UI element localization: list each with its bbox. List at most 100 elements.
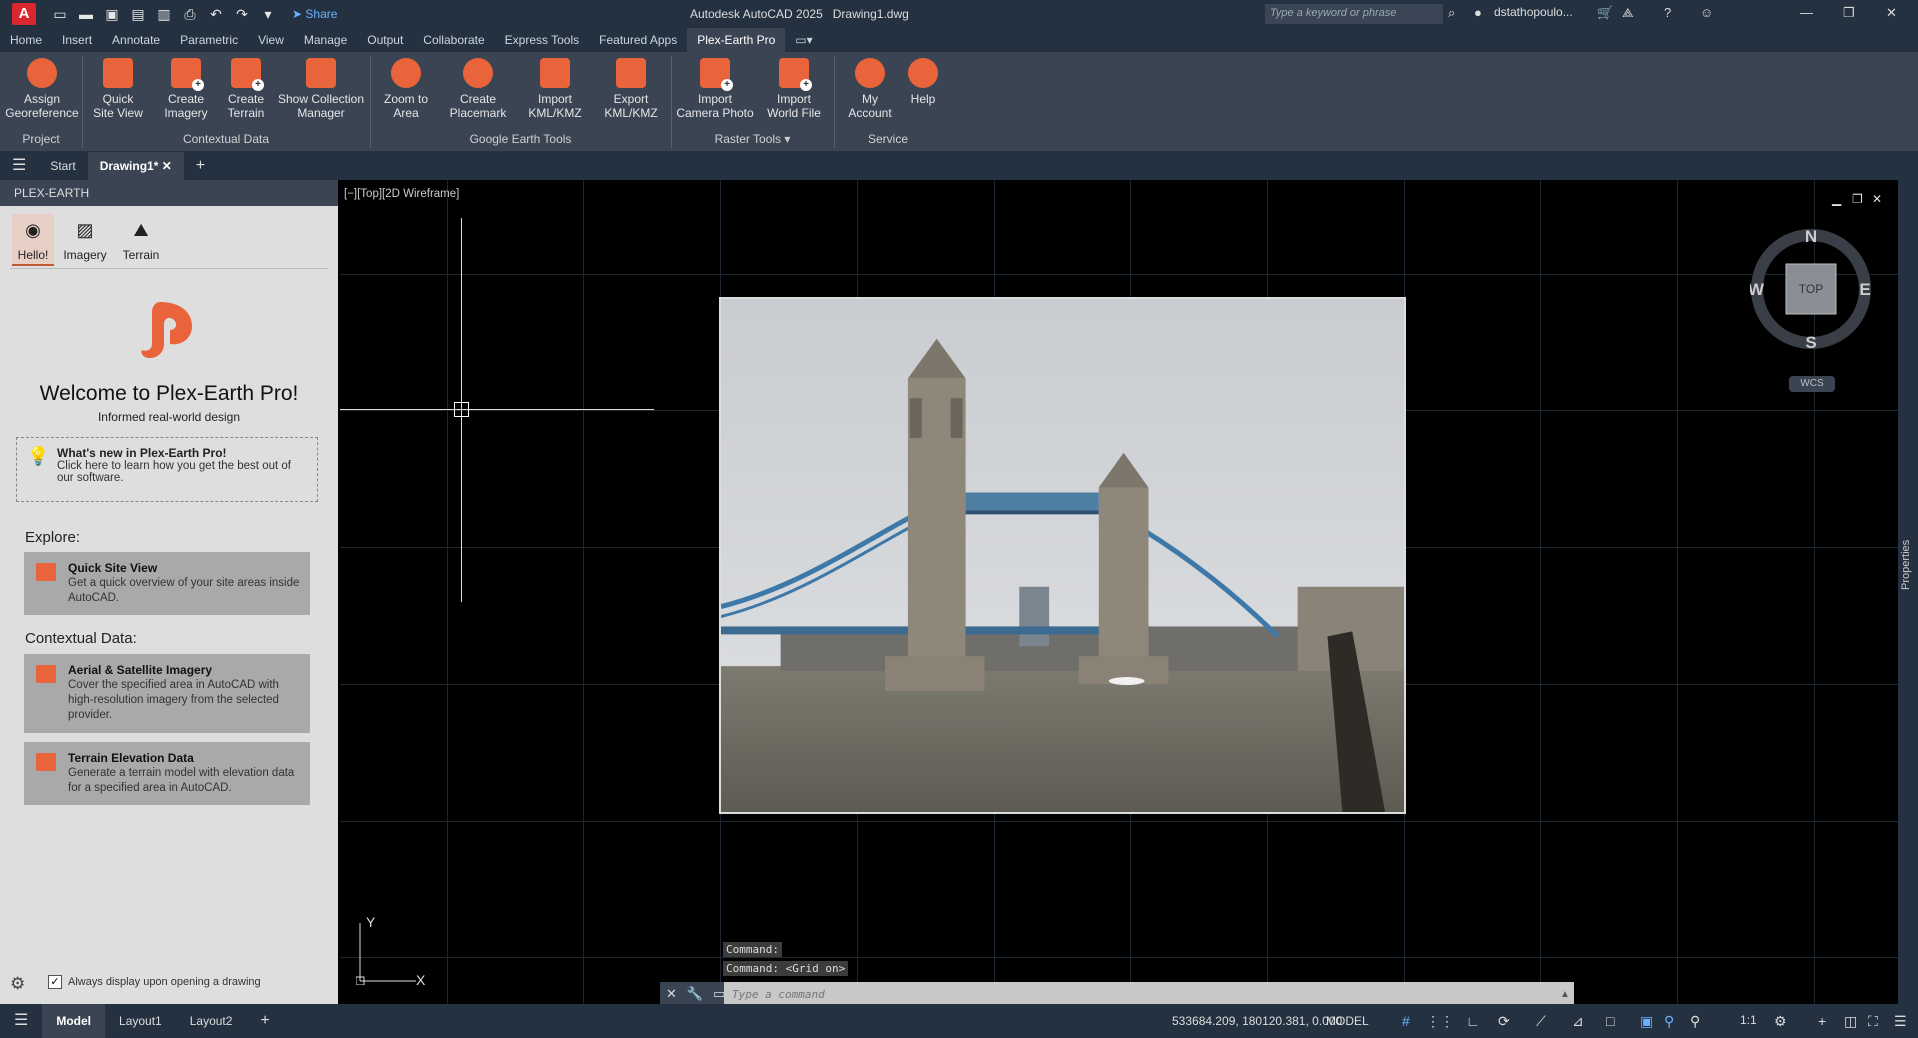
close-tab-icon[interactable]: ✕ bbox=[162, 159, 172, 173]
tab-start[interactable]: Start bbox=[38, 152, 87, 180]
terrain-elevation-card[interactable]: Terrain Elevation Data Generate a terrain… bbox=[24, 742, 310, 805]
search-icon[interactable]: ⌕ bbox=[1448, 5, 1455, 21]
annotation-scale[interactable]: 1:1 bbox=[1740, 1013, 1757, 1027]
aerial-imagery-card[interactable]: Aerial & Satellite Imagery Cover the spec… bbox=[24, 654, 310, 733]
tab-imagery[interactable]: ▨ Imagery bbox=[60, 218, 110, 262]
save-icon[interactable]: ▣ bbox=[104, 6, 120, 22]
annotation-visibility-icon[interactable]: ⚲ bbox=[1664, 1013, 1674, 1030]
osnap-icon[interactable]: ⊿ bbox=[1572, 1013, 1584, 1030]
viewport-restore-icon[interactable]: ❐ bbox=[1852, 192, 1863, 206]
search-input[interactable]: Type a keyword or phrase bbox=[1265, 4, 1443, 24]
properties-label[interactable]: Properties bbox=[1900, 540, 1912, 590]
tab-drawing1[interactable]: Drawing1* ✕ bbox=[87, 152, 184, 180]
customize-command-icon[interactable]: 🔧 bbox=[687, 986, 703, 1002]
selection-cycling-icon[interactable]: ▣ bbox=[1640, 1013, 1653, 1030]
plot-icon[interactable]: ⎙ bbox=[182, 6, 198, 22]
settings-gear-icon[interactable]: ⚙ bbox=[10, 974, 25, 994]
whats-new-card[interactable]: 💡 What's new in Plex-Earth Pro! Click he… bbox=[16, 437, 318, 502]
tab-annotate[interactable]: Annotate bbox=[102, 28, 170, 52]
open-icon[interactable]: ▬ bbox=[78, 6, 94, 22]
my-account-button[interactable]: My Account bbox=[840, 58, 900, 120]
tab-collaborate[interactable]: Collaborate bbox=[413, 28, 494, 52]
ortho-icon[interactable]: ∟ bbox=[1466, 1013, 1480, 1029]
import-world-file-button[interactable]: + Import World File bbox=[760, 58, 828, 120]
add-icon[interactable]: + bbox=[1818, 1013, 1826, 1029]
tab-terrain[interactable]: ⛰ Terrain bbox=[118, 218, 164, 262]
create-placemark-button[interactable]: Create Placemark bbox=[446, 58, 510, 120]
new-tab-icon[interactable]: + bbox=[184, 152, 217, 180]
publish-icon[interactable]: ▥ bbox=[156, 6, 172, 22]
quick-site-view-icon bbox=[103, 58, 133, 88]
tower-bridge-photo[interactable] bbox=[719, 297, 1406, 814]
help-button[interactable]: Help bbox=[904, 58, 942, 106]
layout-menu-icon[interactable]: ☰ bbox=[0, 1004, 42, 1038]
tab-hello[interactable]: ◉ Hello! bbox=[12, 214, 54, 266]
tab-view[interactable]: View bbox=[248, 28, 294, 52]
tab-layout1[interactable]: Layout1 bbox=[105, 1004, 176, 1038]
model-space-button[interactable]: MODEL bbox=[1326, 1014, 1369, 1028]
properties-palette-strip[interactable] bbox=[1898, 180, 1918, 1004]
snap-mode-icon[interactable]: ⋮⋮ bbox=[1426, 1013, 1454, 1030]
viewcube-compass[interactable]: TOP N S E W bbox=[1750, 228, 1872, 350]
export-kml-icon bbox=[616, 58, 646, 88]
ribbon-options-icon[interactable]: ▭▾ bbox=[785, 28, 822, 52]
customize-dropdown-icon[interactable]: ▾ bbox=[260, 6, 276, 22]
workspace-gear-icon[interactable]: ⚙ bbox=[1774, 1013, 1787, 1030]
zoom-to-area-button[interactable]: Zoom to Area bbox=[376, 58, 436, 120]
tab-output[interactable]: Output bbox=[357, 28, 413, 52]
cart-icon[interactable]: 🛒 bbox=[1597, 5, 1613, 21]
always-display-checkbox[interactable]: ✓ bbox=[48, 975, 62, 989]
save-as-icon[interactable]: ▤ bbox=[130, 6, 146, 22]
viewport-close-icon[interactable]: ✕ bbox=[1872, 192, 1882, 206]
tab-parametric[interactable]: Parametric bbox=[170, 28, 248, 52]
new-layout-icon[interactable]: + bbox=[246, 1004, 283, 1038]
isolate-objects-icon[interactable]: ◫ bbox=[1844, 1013, 1857, 1030]
tab-manage[interactable]: Manage bbox=[294, 28, 357, 52]
isodraft-icon[interactable]: ⟋ bbox=[1536, 1013, 1546, 1030]
autocad-logo-icon[interactable]: A bbox=[12, 3, 36, 25]
tab-plex-earth-pro[interactable]: Plex-Earth Pro bbox=[687, 28, 786, 52]
command-history-up-icon[interactable]: ▲ bbox=[1560, 989, 1574, 1000]
object-snap-icon[interactable]: □ bbox=[1606, 1013, 1614, 1029]
viewport-minimize-icon[interactable]: ▁ bbox=[1832, 192, 1841, 206]
share-button[interactable]: ➤ Share bbox=[292, 7, 337, 21]
tab-featured-apps[interactable]: Featured Apps bbox=[589, 28, 687, 52]
create-imagery-button[interactable]: + Create Imagery bbox=[156, 58, 216, 120]
fullscreen-icon[interactable]: ⛶ bbox=[1868, 1013, 1878, 1030]
minimize-icon[interactable]: — bbox=[1800, 5, 1813, 20]
close-command-icon[interactable]: ✕ bbox=[666, 986, 677, 1002]
customize-status-icon[interactable]: ☰ bbox=[1894, 1013, 1907, 1030]
grid-display-icon[interactable]: # bbox=[1402, 1013, 1410, 1029]
viewport-controls-label[interactable]: [−][Top][2D Wireframe] bbox=[344, 188, 459, 200]
import-camera-photo-button[interactable]: + Import Camera Photo bbox=[674, 58, 756, 120]
create-terrain-button[interactable]: + Create Terrain bbox=[216, 58, 276, 120]
close-icon[interactable]: ✕ bbox=[1886, 5, 1897, 21]
undo-icon[interactable]: ↶ bbox=[208, 6, 224, 22]
export-kml-button[interactable]: Export KML/KMZ bbox=[598, 58, 664, 120]
import-kml-button[interactable]: Import KML/KMZ bbox=[522, 58, 588, 120]
user-icon[interactable]: ● bbox=[1474, 5, 1482, 20]
coordinates-readout[interactable]: 533684.209, 180120.381, 0.000 bbox=[1172, 1014, 1342, 1028]
hamburger-menu-icon[interactable]: ☰ bbox=[0, 152, 38, 180]
user-name[interactable]: dstathopoulo... bbox=[1494, 5, 1573, 19]
quick-site-view-card[interactable]: Quick Site View Get a quick overview of y… bbox=[24, 552, 310, 615]
tab-model[interactable]: Model bbox=[42, 1004, 106, 1038]
new-icon[interactable]: ▭ bbox=[52, 6, 68, 22]
command-input[interactable] bbox=[724, 982, 1560, 1006]
tab-home[interactable]: Home bbox=[0, 28, 52, 52]
help-icon[interactable]: ? bbox=[1664, 5, 1671, 20]
quick-site-view-button[interactable]: Quick Site View bbox=[88, 58, 148, 120]
wcs-menu[interactable]: WCS bbox=[1789, 376, 1835, 392]
maximize-icon[interactable]: ❐ bbox=[1843, 5, 1855, 21]
tab-express-tools[interactable]: Express Tools bbox=[495, 28, 589, 52]
auto-scale-icon[interactable]: ⚲ bbox=[1690, 1013, 1700, 1030]
tab-layout2[interactable]: Layout2 bbox=[176, 1004, 247, 1038]
autodesk-icon[interactable]: ⟁ bbox=[1622, 5, 1634, 21]
redo-icon[interactable]: ↷ bbox=[234, 6, 250, 22]
assign-georeference-button[interactable]: Assign Georeference bbox=[4, 58, 80, 120]
tab-insert[interactable]: Insert bbox=[52, 28, 102, 52]
polar-icon[interactable]: ⟳ bbox=[1498, 1013, 1510, 1030]
feedback-icon[interactable]: ☺ bbox=[1700, 5, 1713, 20]
group-label-raster-tools[interactable]: Raster Tools ▾ bbox=[671, 132, 834, 146]
show-collection-manager-button[interactable]: Show Collection Manager bbox=[276, 58, 366, 120]
